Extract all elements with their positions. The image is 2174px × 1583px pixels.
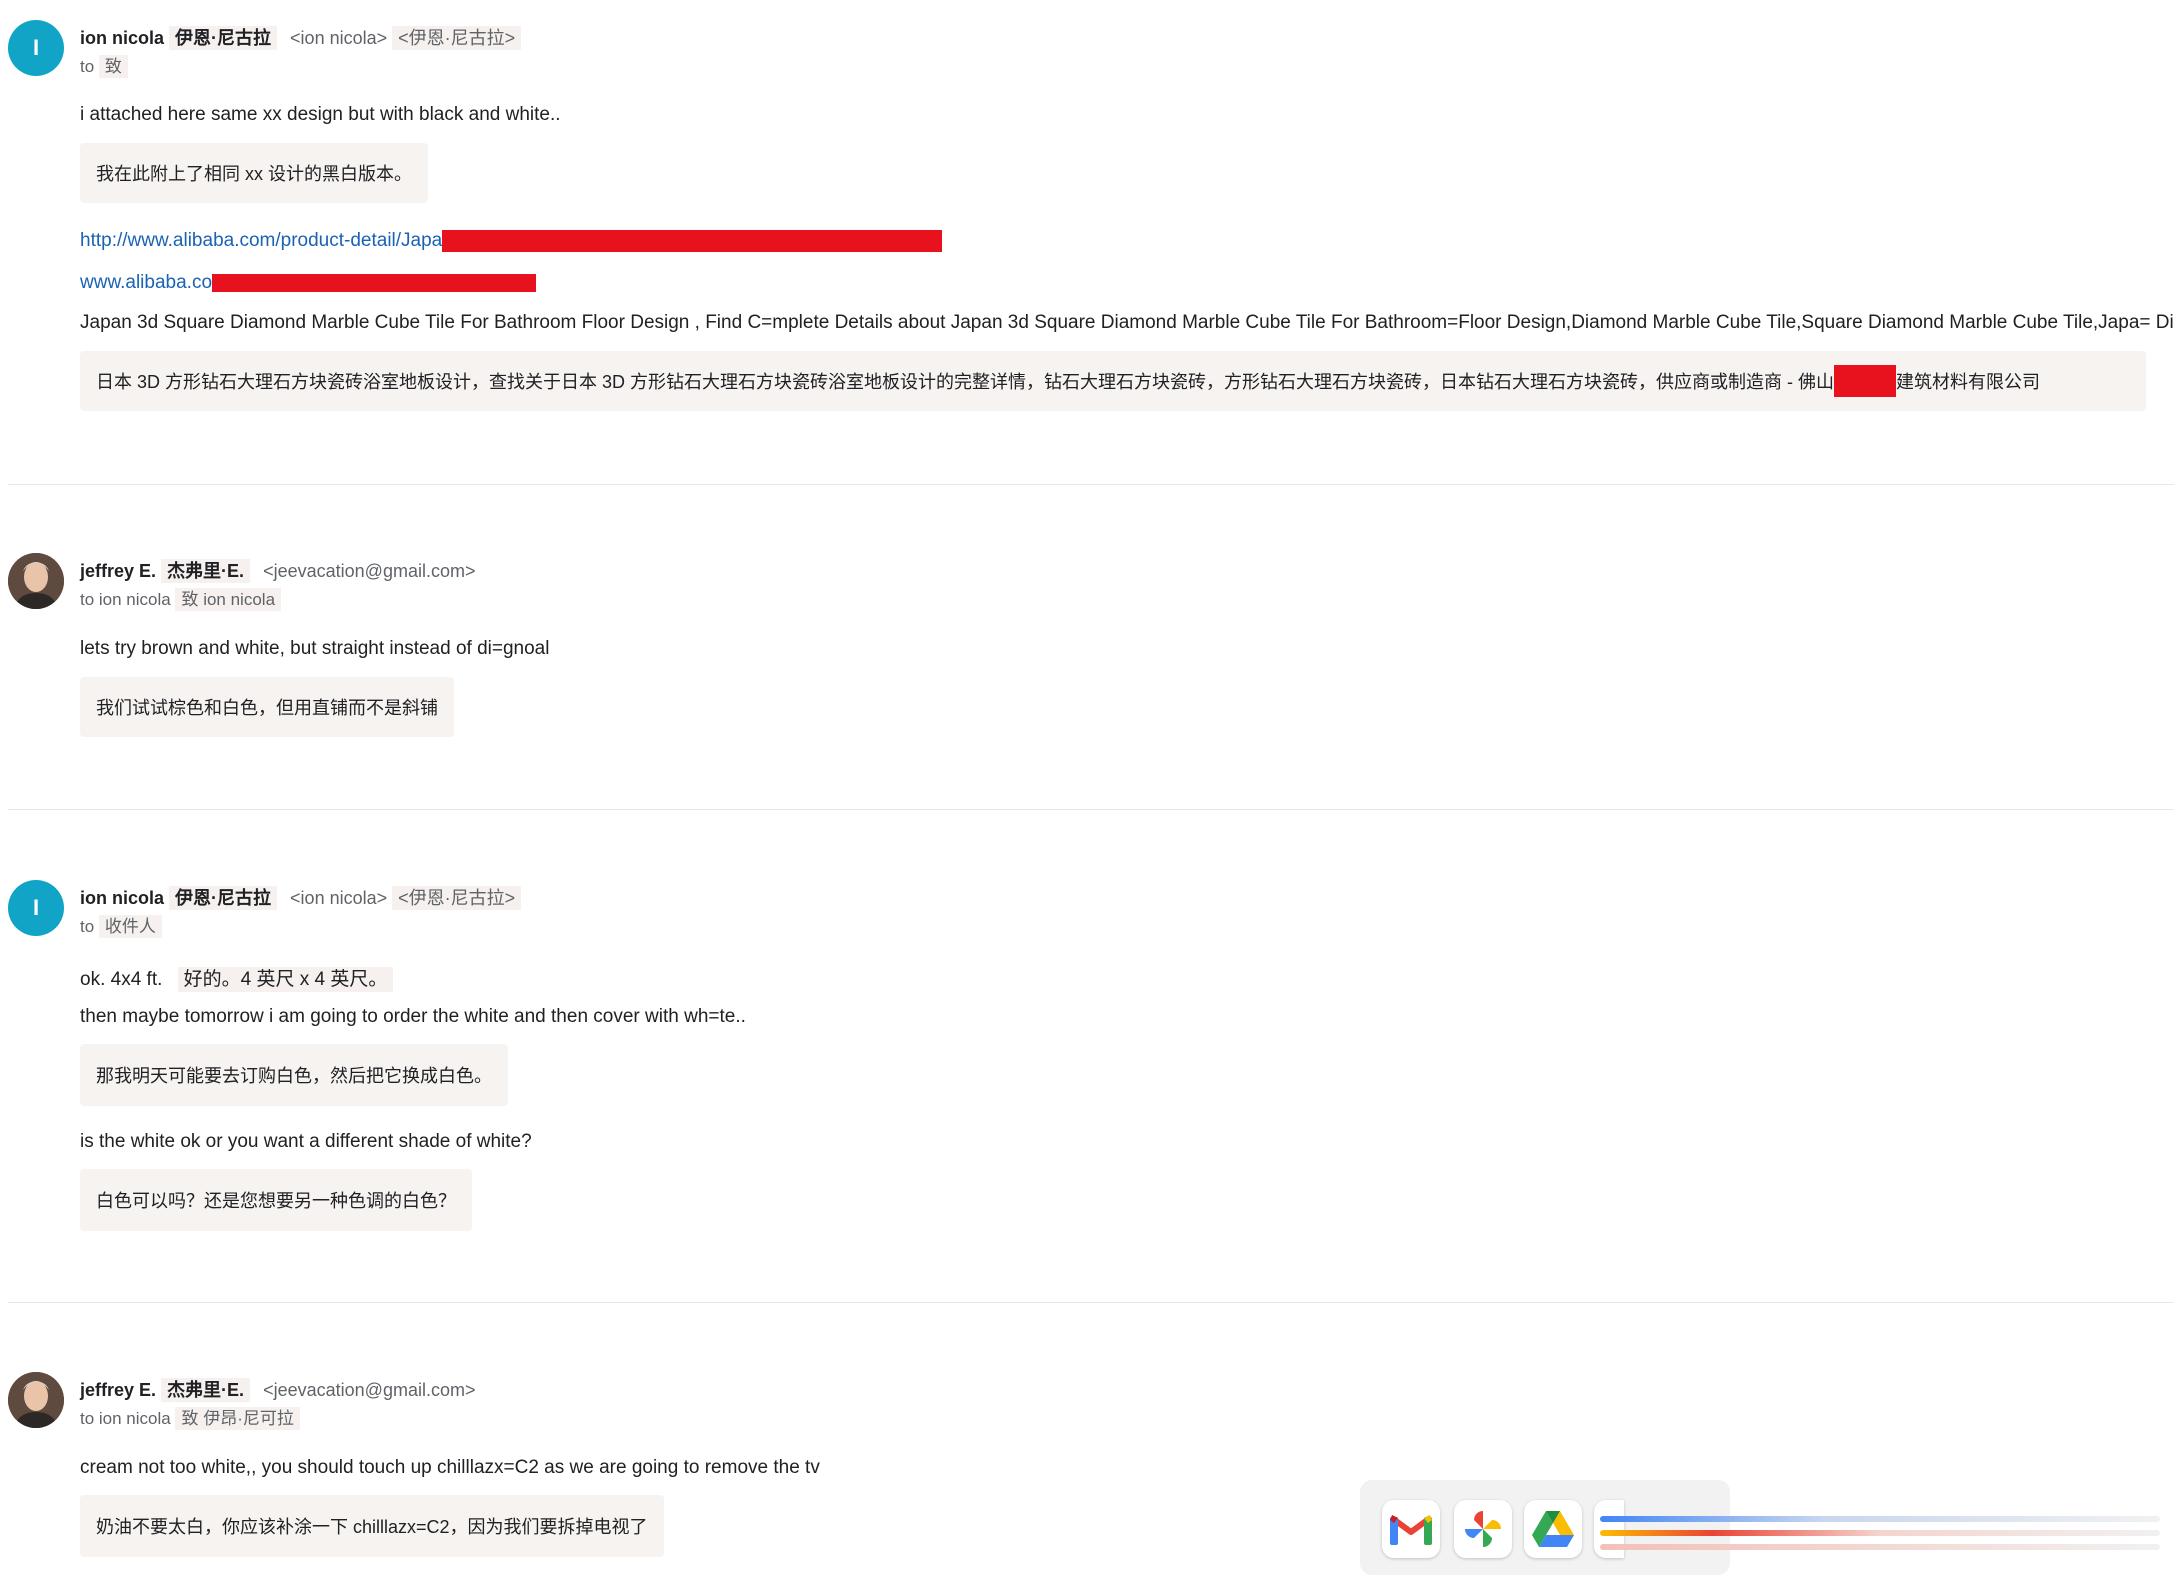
motion-blur-streak (1600, 1544, 2160, 1550)
sender-name[interactable]: jeffrey E. (80, 561, 156, 581)
link-text[interactable]: www.alibaba.co (80, 272, 212, 293)
sender-email-translation: <伊恩·尼古拉> (392, 26, 522, 50)
redaction-block (1834, 365, 1897, 397)
redaction-block (212, 273, 537, 292)
translation-text: 那我明天可能要去订购白色，然后把它换成白色。 (96, 1066, 492, 1086)
body-text: i attached here same xx design but with … (80, 104, 561, 125)
motion-blur-streak (1600, 1516, 2160, 1522)
sender-name-translation: 杰弗里·E. (161, 1378, 251, 1402)
translation-box: 白色可以吗？还是您想要另一种色调的白色？ (80, 1169, 472, 1231)
motion-blur-streak (1600, 1530, 2160, 1536)
product-link-1[interactable]: http://www.alibaba.com/product-detail/Ja… (80, 230, 943, 252)
redaction-block (442, 230, 943, 252)
message-header: ion nicola 伊恩·尼古拉 <ion nicola> <伊恩·尼古拉> (80, 884, 522, 910)
gmail-app-button[interactable] (1382, 1500, 1440, 1558)
sender-email: <ion nicola> (290, 888, 388, 908)
body-text-original: ok. 4x4 ft. (80, 969, 163, 990)
recipient-line[interactable]: to ion nicola 致 ion nicola (80, 585, 282, 611)
recipient-translation: 致 ion nicola (175, 588, 282, 611)
link-text[interactable]: http://www.alibaba.com/product-detail/Ja… (80, 230, 442, 251)
product-link-2[interactable]: www.alibaba.co (80, 272, 537, 294)
message-header: ion nicola 伊恩·尼古拉 <ion nicola> <伊恩·尼古拉> (80, 24, 522, 50)
message-header: jeffrey E. 杰弗里·E. <jeevacation@gmail.com… (80, 557, 475, 583)
translation-box: 我在此附上了相同 xx 设计的黑白版本。 (80, 143, 429, 203)
app-dock (1360, 1480, 1730, 1575)
recipient-line[interactable]: to 收件人 (80, 912, 162, 938)
sender-name-translation: 伊恩·尼古拉 (169, 26, 278, 50)
product-description: Japan 3d Square Diamond Marble Cube Tile… (80, 312, 2174, 333)
body-text: cream not too white,, you should touch u… (80, 1457, 820, 1478)
message-header: jeffrey E. 杰弗里·E. <jeevacation@gmail.com… (80, 1376, 475, 1402)
google-photos-app-button[interactable] (1454, 1500, 1512, 1558)
person-photo-icon (8, 1372, 64, 1428)
sender-avatar[interactable] (8, 1372, 64, 1428)
translation-box: 奶油不要太白，你应该补涂一下 chilllazx=C2，因为我们要拆掉电视了 (80, 1495, 664, 1557)
sender-email: <ion nicola> (290, 28, 388, 48)
translation-text: 我们试试棕色和白色，但用直铺而不是斜铺 (96, 698, 438, 718)
inline-translation: 好的。4 英尺 x 4 英尺。 (177, 967, 394, 992)
sender-email-translation: <伊恩·尼古拉> (392, 886, 522, 910)
sender-avatar[interactable]: I (8, 880, 64, 936)
recipient-label: to ion nicola (80, 590, 171, 609)
body-text: lets try brown and white, but straight i… (80, 638, 550, 659)
translation-text: 日本 3D 方形钻石大理石方块瓷砖浴室地板设计，查找关于日本 3D 方形钻石大理… (96, 372, 1835, 392)
recipient-label: to (80, 917, 95, 936)
translation-text: 我在此附上了相同 xx 设计的黑白版本。 (96, 164, 413, 184)
translation-text-suffix: 建筑材料有限公司 (1896, 372, 2041, 392)
translation-text: 奶油不要太白，你应该补涂一下 chilllazx=C2，因为我们要拆掉电视了 (96, 1517, 648, 1537)
body-text: ok. 4x4 ft. 好的。4 英尺 x 4 英尺。 (80, 964, 394, 992)
sender-name-translation: 伊恩·尼古拉 (169, 886, 278, 910)
translation-box: 那我明天可能要去订购白色，然后把它换成白色。 (80, 1044, 508, 1106)
sender-name[interactable]: ion nicola (80, 28, 164, 48)
message-divider (8, 1302, 2174, 1303)
sender-email: <jeevacation@gmail.com> (263, 561, 476, 581)
body-text: then maybe tomorrow i am going to order … (80, 1006, 746, 1027)
recipient-translation: 收件人 (98, 915, 162, 938)
translation-box: 日本 3D 方形钻石大理石方块瓷砖浴室地板设计，查找关于日本 3D 方形钻石大理… (80, 351, 2146, 411)
google-drive-app-button[interactable] (1524, 1500, 1582, 1558)
google-drive-icon (1532, 1511, 1574, 1547)
translation-text: 白色可以吗？还是您想要另一种色调的白色？ (96, 1191, 456, 1211)
recipient-line[interactable]: to ion nicola 致 伊昂·尼可拉 (80, 1404, 300, 1430)
message-divider (8, 809, 2174, 810)
body-text: is the white ok or you want a different … (80, 1131, 532, 1152)
message-divider (8, 484, 2174, 485)
sender-avatar[interactable]: I (8, 20, 64, 76)
recipient-translation: 致 伊昂·尼可拉 (175, 1407, 300, 1430)
recipient-label: to ion nicola (80, 1409, 171, 1428)
translation-box: 我们试试棕色和白色，但用直铺而不是斜铺 (80, 677, 454, 737)
recipient-line[interactable]: to 致 (80, 52, 128, 78)
sender-email: <jeevacation@gmail.com> (263, 1380, 476, 1400)
recipient-translation: 致 (98, 55, 128, 78)
sender-name[interactable]: jeffrey E. (80, 1380, 156, 1400)
sender-avatar[interactable] (8, 553, 64, 609)
google-photos-icon (1465, 1511, 1501, 1547)
person-photo-icon (8, 553, 64, 609)
sender-name-translation: 杰弗里·E. (161, 559, 251, 583)
recipient-label: to (80, 57, 95, 76)
gmail-icon (1390, 1515, 1432, 1545)
sender-name[interactable]: ion nicola (80, 888, 164, 908)
